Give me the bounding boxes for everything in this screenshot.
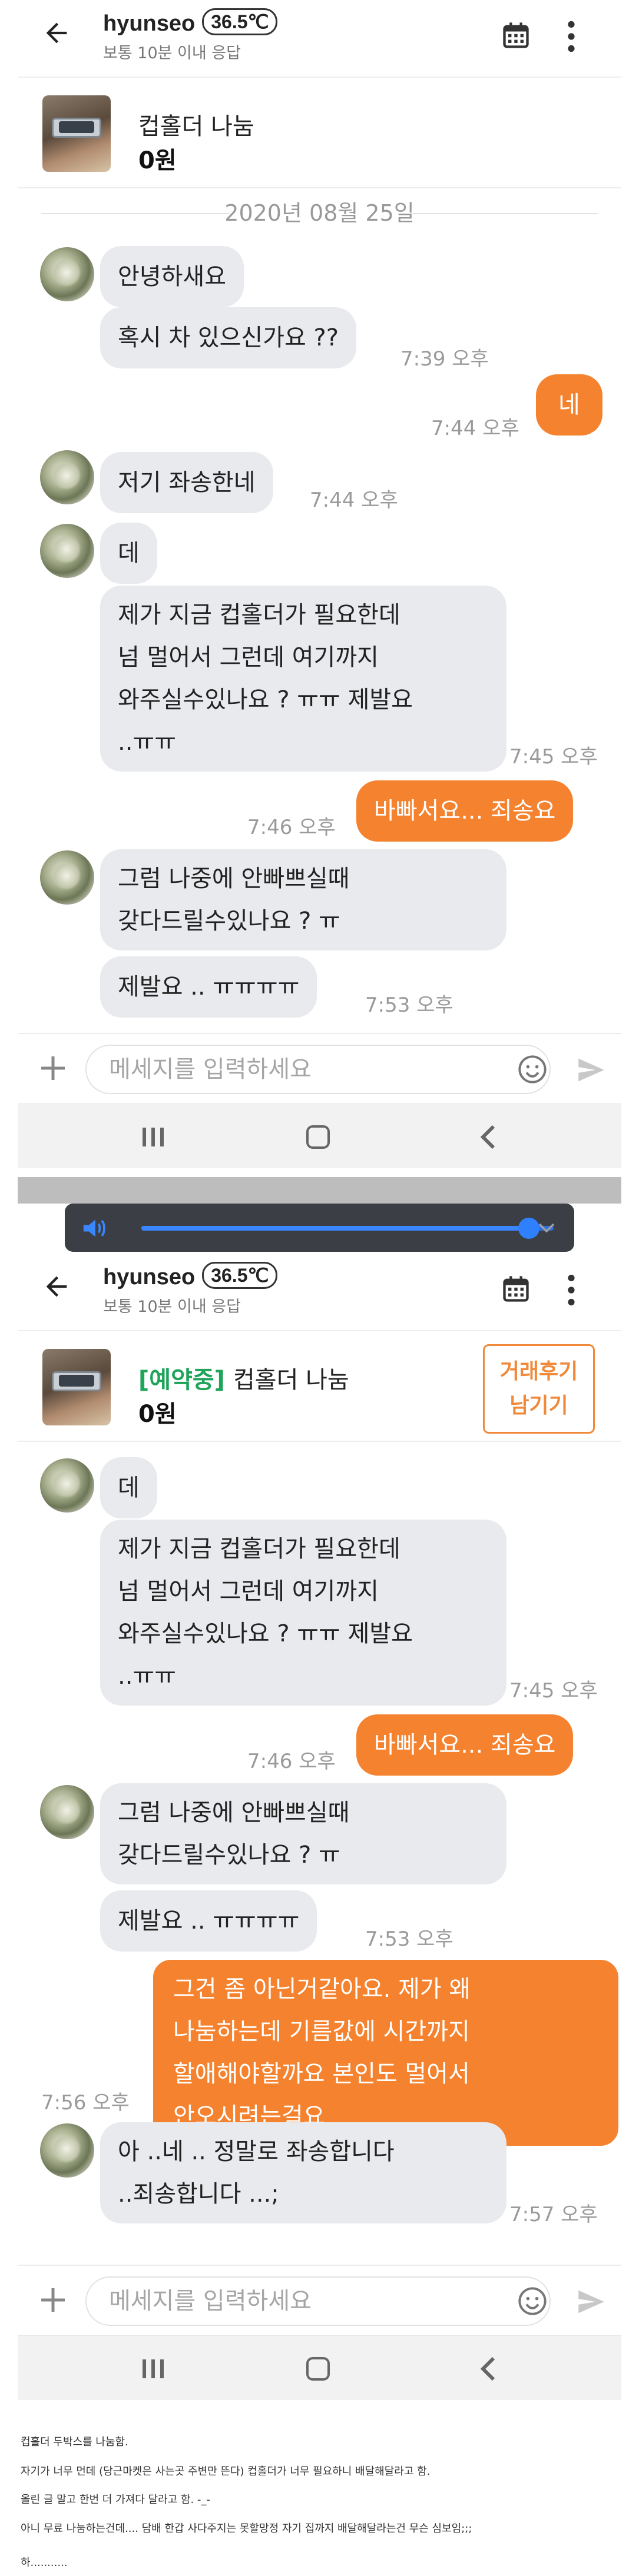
message-bubble: 데 — [100, 1457, 157, 1518]
product-price: 0원 — [138, 147, 177, 174]
message-bubble-multiline: 그건 좀 아닌거같아요. 제가 왜 나눔하는데 기름값에 시간까지 할애해야할까… — [153, 1960, 618, 2146]
caption-line: 자기가 너무 먼데 (당근마켓은 사는곳 주변만 뜬다) 컵홀더가 너무 필요하… — [21, 2465, 431, 2478]
volume-slider-overlay[interactable] — [65, 1204, 574, 1252]
message-bubble-multiline: 그럼 나중에 안빠쁘실때 갖다드릴수있나요 ? ㅠ — [100, 1783, 506, 1884]
send-icon[interactable] — [574, 2285, 608, 2319]
android-nav-bar — [18, 2335, 621, 2400]
temperature-badge: 36.5℃ — [202, 8, 278, 35]
message-time: 7:53 오후 — [365, 993, 453, 1017]
message-bubble-multiline: 제가 지금 컵홀더가 필요한데 넘 멀어서 그런데 여기까지 와주실수있나요 ?… — [100, 586, 506, 772]
more-vertical-icon[interactable] — [562, 1274, 580, 1307]
send-icon[interactable] — [574, 1053, 608, 1087]
volume-track[interactable] — [141, 1218, 554, 1239]
emoji-icon[interactable] — [517, 2286, 548, 2316]
product-title: [예약중] 컵홀더 나눔 — [138, 1367, 349, 1394]
temperature-badge: 36.5℃ — [202, 1262, 278, 1289]
chat-screen-2: hyunseo 36.5℃ 보통 10분 이내 응답 [예약중] 컵홀더 나눔 0원… — [18, 1177, 621, 2413]
message-time: 7:45 오후 — [509, 745, 598, 769]
reserved-status: [예약중] — [138, 1367, 225, 1394]
calendar-icon[interactable] — [501, 20, 531, 51]
avatar[interactable] — [40, 524, 94, 578]
user-name[interactable]: hyunseo 36.5℃ — [103, 8, 278, 36]
message-time: 7:56 오후 — [41, 2091, 130, 2115]
back-arrow-icon[interactable] — [41, 18, 77, 53]
volume-icon[interactable] — [81, 1216, 107, 1240]
response-time: 보통 10분 이내 응답 — [103, 44, 241, 62]
message-bubble: 바빠서요... 죄송요 — [356, 1714, 574, 1776]
message-time: 7:46 오후 — [247, 1750, 336, 1773]
home-icon[interactable] — [306, 2357, 330, 2381]
message-input-bar: 메세지를 입력하세요 — [18, 1033, 621, 1103]
message-bubble: 네 — [536, 374, 602, 436]
product-info[interactable]: [예약중] 컵홀더 나눔 0원 거래후기 남기기 — [18, 1330, 621, 1442]
message-bubble: 혹시 차 있으신가요 ?? — [100, 307, 357, 368]
nav-back-icon[interactable] — [477, 1124, 501, 1150]
message-time: 7:39 오후 — [400, 347, 489, 371]
message-bubble: 데 — [100, 523, 157, 584]
more-vertical-icon[interactable] — [562, 20, 580, 53]
message-input[interactable]: 메세지를 입력하세요 — [85, 1045, 551, 1094]
message-time: 7:45 오후 — [509, 1679, 598, 1703]
chat-header: hyunseo 36.5℃ 보통 10분 이내 응답 — [18, 0, 621, 77]
plus-icon[interactable] — [35, 2282, 71, 2318]
home-icon[interactable] — [306, 1125, 330, 1149]
calendar-icon[interactable] — [501, 1274, 531, 1304]
write-review-button[interactable]: 거래후기 남기기 — [483, 1344, 595, 1434]
chevron-down-icon[interactable] — [536, 1218, 557, 1238]
message-bubble: 안녕하새요 — [100, 246, 244, 307]
avatar[interactable] — [40, 1458, 94, 1513]
nav-back-icon[interactable] — [477, 2356, 501, 2382]
android-nav-bar — [18, 1103, 621, 1168]
recent-apps-icon[interactable] — [141, 1126, 165, 1148]
message-input[interactable]: 메세지를 입력하세요 — [85, 2276, 551, 2326]
product-info[interactable]: 컵홀더 나눔 0원 — [18, 77, 621, 188]
avatar[interactable] — [40, 1785, 94, 1839]
product-title: 컵홀더 나눔 — [138, 113, 254, 140]
product-thumbnail — [42, 95, 111, 172]
chat-screen-1: hyunseo 36.5℃ 보통 10분 이내 응답 컵홀더 나눔 0원 2020… — [18, 0, 621, 1177]
plus-icon[interactable] — [35, 1051, 71, 1086]
message-bubble: 바빠서요... 죄송요 — [356, 780, 574, 842]
page: hyunseo 36.5℃ 보통 10분 이내 응답 컵홀더 나눔 0원 2020… — [0, 0, 639, 2576]
status-bar — [18, 1177, 621, 1204]
message-time: 7:53 오후 — [365, 1927, 453, 1951]
avatar[interactable] — [40, 450, 94, 504]
avatar[interactable] — [40, 2123, 94, 2178]
message-time: 7:44 오후 — [310, 488, 398, 512]
message-time: 7:46 오후 — [247, 816, 336, 839]
product-price: 0원 — [138, 1401, 177, 1428]
product-thumbnail — [42, 1349, 111, 1425]
avatar[interactable] — [40, 247, 94, 301]
message-bubble: 저기 좌송한네 — [100, 452, 273, 513]
caption-line: 하........... — [21, 2557, 68, 2569]
user-name[interactable]: hyunseo 36.5℃ — [103, 1262, 278, 1290]
message-bubble-multiline: 그럼 나중에 안빠쁘실때 갖다드릴수있나요 ? ㅠ — [100, 849, 506, 950]
caption-line: 올린 글 말고 한번 더 가져다 달라고 함. -_- — [21, 2494, 210, 2506]
avatar[interactable] — [40, 850, 94, 905]
caption-line: 컵홀더 두박스를 나눔함. — [21, 2436, 128, 2448]
message-time: 7:44 오후 — [431, 417, 519, 440]
back-arrow-icon[interactable] — [41, 1271, 77, 1307]
message-time: 7:57 오후 — [509, 2203, 598, 2226]
message-bubble: 제발요 .. ㅠㅠㅠㅠ — [100, 1890, 317, 1952]
message-bubble-multiline: 아 ..네 .. 정말로 좌송합니다 ..죄송합니다 ...; — [100, 2122, 506, 2223]
message-input-bar: 메세지를 입력하세요 — [18, 2265, 621, 2335]
volume-fill — [141, 1226, 529, 1231]
emoji-icon[interactable] — [517, 1054, 548, 1085]
message-bubble-multiline: 제가 지금 컵홀더가 필요한데 넘 멀어서 그런데 여기까지 와주실수있나요 ?… — [100, 1520, 506, 1706]
response-time: 보통 10분 이내 응답 — [103, 1298, 241, 1316]
message-bubble: 제발요 .. ㅠㅠㅠㅠ — [100, 956, 317, 1018]
recent-apps-icon[interactable] — [141, 2358, 165, 2379]
chat-header: hyunseo 36.5℃ 보통 10분 이내 응답 — [18, 1254, 621, 1330]
date-separator: 2020년 08월 25일 — [18, 190, 621, 237]
caption-line: 아니 무료 나눔하는건데.... 담배 한갑 사다주지는 못할망정 자기 집까지… — [21, 2522, 472, 2535]
